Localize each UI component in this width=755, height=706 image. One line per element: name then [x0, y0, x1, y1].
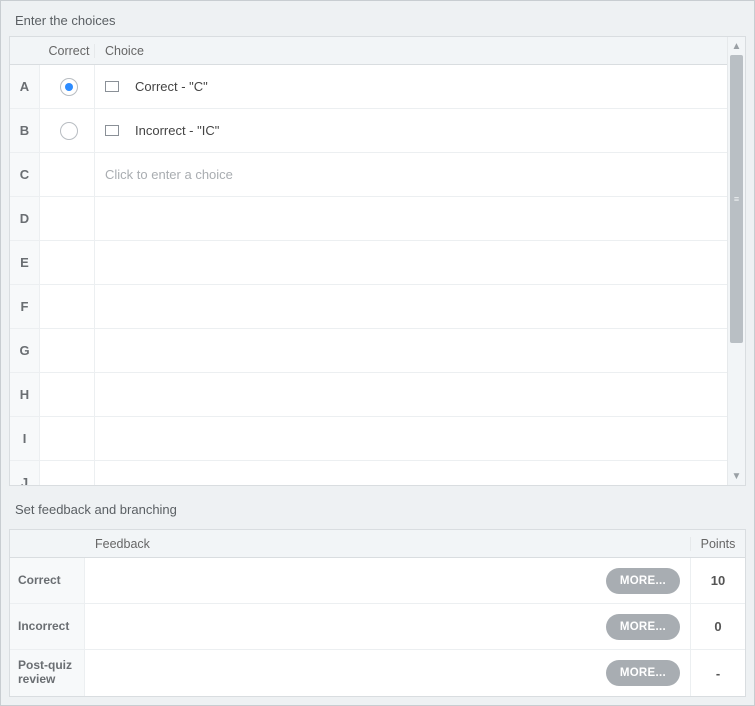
choice-letter: I: [10, 417, 40, 460]
choice-content-cell[interactable]: [95, 373, 745, 416]
feedback-header-feedback: Feedback: [85, 537, 690, 551]
choices-section-title: Enter the choices: [9, 9, 746, 36]
choice-row[interactable]: A Correct - "C": [10, 65, 745, 109]
choice-letter: F: [10, 285, 40, 328]
more-button[interactable]: MORE...: [606, 660, 680, 686]
choice-text[interactable]: Correct - "C": [135, 79, 208, 94]
choice-row[interactable]: F: [10, 285, 745, 329]
choices-header-correct: Correct: [40, 44, 95, 58]
feedback-cell[interactable]: MORE...: [85, 558, 690, 603]
choice-text[interactable]: Incorrect - "IC": [135, 123, 219, 138]
choices-table: Correct Choice A Correct - "C" B Incorrect …: [9, 36, 746, 486]
choice-correct-cell: [40, 285, 95, 328]
choice-correct-cell: [40, 329, 95, 372]
feedback-section-title: Set feedback and branching: [9, 498, 746, 525]
choice-correct-cell: [40, 197, 95, 240]
choice-row[interactable]: H: [10, 373, 745, 417]
choices-scrollbar[interactable]: ▲ ≡ ▼: [727, 37, 745, 485]
feedback-row-label: Post-quiz review: [10, 650, 85, 696]
choice-correct-cell: [40, 153, 95, 196]
choice-row[interactable]: J: [10, 461, 745, 485]
choice-correct-cell: [40, 461, 95, 485]
choices-header-row: Correct Choice: [10, 37, 745, 65]
correct-radio[interactable]: [60, 78, 78, 96]
choice-row[interactable]: D: [10, 197, 745, 241]
choice-letter: C: [10, 153, 40, 196]
feedback-cell[interactable]: MORE...: [85, 650, 690, 696]
choice-content-cell[interactable]: [95, 417, 745, 460]
choice-correct-cell: [40, 241, 95, 284]
image-placeholder-icon[interactable]: [105, 125, 119, 136]
choice-content-cell[interactable]: [95, 461, 745, 485]
choice-letter: E: [10, 241, 40, 284]
correct-radio[interactable]: [60, 122, 78, 140]
choices-body: A Correct - "C" B Incorrect - "IC" C Click to…: [10, 65, 745, 485]
choice-row[interactable]: I: [10, 417, 745, 461]
quiz-choices-panel: Enter the choices Correct Choice ACorrec…: [0, 0, 755, 706]
choice-correct-cell: [40, 373, 95, 416]
feedback-cell[interactable]: MORE...: [85, 604, 690, 649]
choice-correct-cell: [40, 65, 95, 108]
feedback-table: Feedback Points CorrectMORE...10Incorrec…: [9, 529, 746, 697]
image-placeholder-icon[interactable]: [105, 81, 119, 92]
feedback-row: Post-quiz review MORE...-: [10, 650, 745, 696]
choice-row[interactable]: G: [10, 329, 745, 373]
choice-correct-cell: [40, 109, 95, 152]
feedback-row-label: Incorrect: [10, 604, 85, 649]
choice-row[interactable]: E: [10, 241, 745, 285]
points-cell[interactable]: -: [690, 650, 745, 696]
choice-content-cell[interactable]: Incorrect - "IC": [95, 109, 745, 152]
choices-header-choice: Choice: [95, 44, 727, 58]
scrollbar-track[interactable]: ≡: [728, 55, 745, 467]
more-button[interactable]: MORE...: [606, 568, 680, 594]
choice-letter: H: [10, 373, 40, 416]
scroll-down-arrow-icon[interactable]: ▼: [728, 467, 745, 485]
scrollbar-thumb[interactable]: ≡: [730, 55, 743, 343]
choice-letter: G: [10, 329, 40, 372]
choice-letter: J: [10, 461, 40, 485]
feedback-header-row: Feedback Points: [10, 530, 745, 558]
choice-row[interactable]: B Incorrect - "IC": [10, 109, 745, 153]
choice-content-cell[interactable]: [95, 241, 745, 284]
choice-content-cell[interactable]: [95, 197, 745, 240]
feedback-row: Correct MORE... 10: [10, 558, 745, 604]
choice-correct-cell: [40, 417, 95, 460]
feedback-header-points: Points: [690, 537, 745, 551]
scroll-up-arrow-icon[interactable]: ▲: [728, 37, 745, 55]
more-button[interactable]: MORE...: [606, 614, 680, 640]
choice-content-cell[interactable]: Click to enter a choice: [95, 153, 745, 196]
feedback-row: Incorrect MORE... 0: [10, 604, 745, 650]
points-cell[interactable]: 0: [690, 604, 745, 649]
choice-content-cell[interactable]: [95, 285, 745, 328]
choice-letter: D: [10, 197, 40, 240]
choice-content-cell[interactable]: [95, 329, 745, 372]
choice-letter: A: [10, 65, 40, 108]
choice-letter: B: [10, 109, 40, 152]
choice-placeholder[interactable]: Click to enter a choice: [105, 167, 233, 182]
choice-row[interactable]: C Click to enter a choice: [10, 153, 745, 197]
feedback-row-label: Correct: [10, 558, 85, 603]
choice-content-cell[interactable]: Correct - "C": [95, 65, 745, 108]
points-cell[interactable]: 10: [690, 558, 745, 603]
